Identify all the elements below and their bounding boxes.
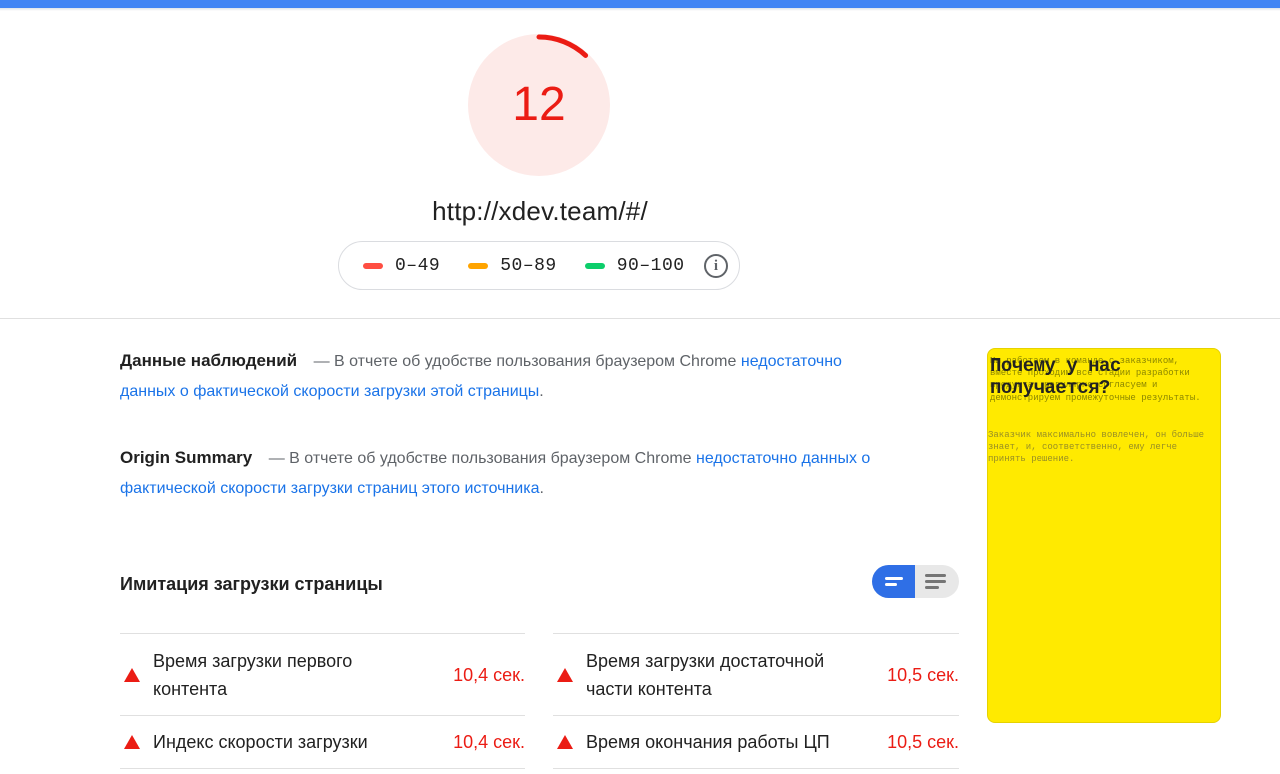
score-gauge: 12 <box>466 32 612 178</box>
legend-item-average: 50–89 <box>468 256 557 276</box>
info-icon[interactable]: i <box>704 254 728 278</box>
fail-triangle-icon <box>557 668 573 682</box>
thumbnail-body-text-2: Заказчик максимально вовлечен, он больше… <box>988 430 1205 464</box>
legend-dash-pass <box>584 262 605 269</box>
section-divider <box>0 318 1280 319</box>
page-screenshot-thumbnail: Мы работаем в команде с заказчиком, вмес… <box>987 348 1221 723</box>
compact-view-button[interactable] <box>872 565 915 598</box>
legend-dash-fail <box>363 262 383 269</box>
score-legend: 0–49 50–89 90–100 i <box>338 241 740 290</box>
metric-name: Время загрузки достаточной части контент… <box>586 651 825 699</box>
field-data-text: — В отчете об удобстве пользования брауз… <box>313 353 737 370</box>
top-bar-shadow <box>0 8 1280 11</box>
metric-value: 10,5 сек. <box>887 664 959 685</box>
metric-speed-index: Индекс скорости загрузки 10,4 сек. <box>120 716 525 768</box>
metric-value: 10,4 сек. <box>453 731 525 752</box>
legend-range-fail: 0–49 <box>395 255 441 276</box>
legend-item-fail: 0–49 <box>363 256 440 276</box>
metric-value: 10,4 сек. <box>453 664 525 685</box>
field-data-section: Данные наблюдений — В отчете об удобстве… <box>120 346 890 407</box>
origin-summary-section: Origin Summary — В отчете об удобстве по… <box>120 443 900 504</box>
view-toggle[interactable] <box>872 565 959 598</box>
legend-item-pass: 90–100 <box>584 255 685 276</box>
field-data-end: . <box>539 383 544 400</box>
performance-score: 12 <box>512 78 566 131</box>
field-data-title: Данные наблюдений <box>120 351 298 370</box>
origin-summary-end: . <box>539 480 544 497</box>
lab-data-title: Имитация загрузки страницы <box>120 574 383 594</box>
metric-value: 10,5 сек. <box>887 731 959 752</box>
fail-triangle-icon <box>557 735 573 749</box>
metric-divider <box>553 768 959 769</box>
metric-divider <box>120 768 525 769</box>
legend-range-pass: 90–100 <box>616 255 685 276</box>
legend-dash-average <box>468 262 489 269</box>
metric-first-meaningful-paint: Время загрузки достаточной части контент… <box>553 635 959 715</box>
fail-triangle-icon <box>124 735 140 749</box>
metric-name: Время окончания работы ЦП <box>586 732 830 752</box>
metric-divider <box>120 633 525 634</box>
metric-first-cpu-idle: Время окончания работы ЦП 10,5 сек. <box>553 716 959 768</box>
metric-divider <box>553 633 959 634</box>
origin-summary-title: Origin Summary <box>120 448 253 467</box>
metric-first-contentful-paint: Время загрузки первого контента 10,4 сек… <box>120 635 525 715</box>
thumbnail-heading: Почему у нас получается? <box>990 355 1121 399</box>
fail-triangle-icon <box>124 668 140 682</box>
origin-summary-text: — В отчете об удобстве пользования брауз… <box>268 450 692 467</box>
analyzed-url: http://xdev.team/#/ <box>432 196 648 226</box>
top-progress-bar <box>0 0 1280 8</box>
metric-name: Время загрузки первого контента <box>153 651 353 699</box>
legend-range-average: 50–89 <box>500 255 557 276</box>
metric-name: Индекс скорости загрузки <box>153 732 368 752</box>
